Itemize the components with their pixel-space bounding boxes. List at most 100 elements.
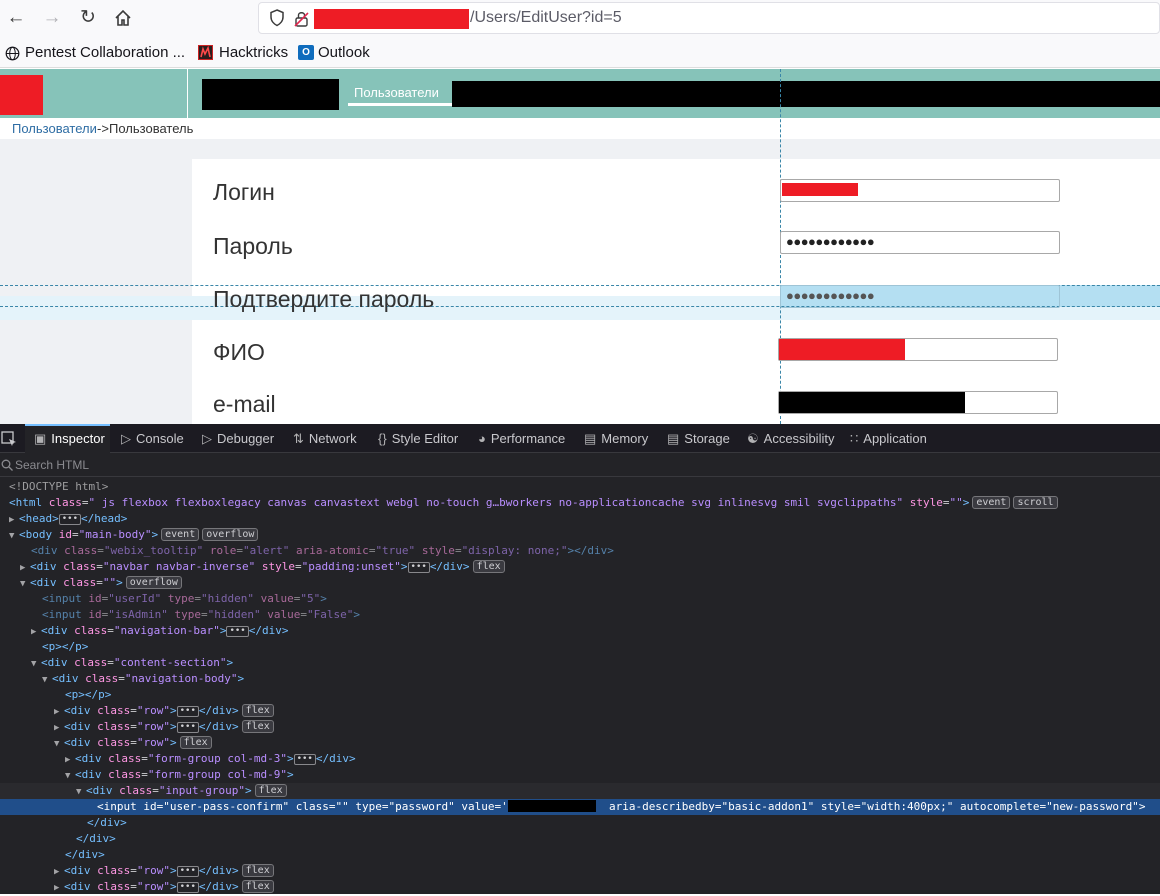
address-bar[interactable] (258, 2, 1160, 34)
tree-node-form-group-3[interactable]: ▶ <div class="form-group col-md-3"> ••• </d… (0, 751, 1160, 767)
selected-input-aria-value: "basic-addon1" (721, 800, 815, 813)
tree-node-row[interactable]: ▶ <div class="row"> ••• </div> flex (0, 719, 1160, 735)
tree-node-row-expanded[interactable]: ▼ <div class="row"> flex (0, 735, 1160, 751)
tab-style-editor[interactable]: {} Style Editor (378, 431, 458, 446)
flex-badge[interactable]: flex (241, 704, 274, 717)
back-icon[interactable]: ← (3, 5, 29, 31)
div-class-value: "" (102, 576, 117, 589)
password-input[interactable]: ●●●●●●●●●●●● (780, 231, 1060, 254)
selected-input-value-open: ' (501, 800, 508, 813)
flex-badge[interactable]: flex (254, 784, 287, 797)
tree-node-div-empty-class[interactable]: ▼ <div class=""> overflow (0, 575, 1160, 591)
app-navbar: Пользователи (0, 69, 1160, 118)
flex-badge[interactable]: flex (179, 736, 212, 749)
collapsed-ellipsis[interactable]: ••• (176, 866, 199, 877)
tree-node-close-div[interactable]: </div> (0, 847, 1160, 863)
tab-accessibility[interactable]: ☯ Accessibility (747, 431, 834, 447)
redacted-email-value (779, 392, 965, 413)
redacted-domain (314, 9, 469, 29)
scroll-badge[interactable]: scroll (1013, 496, 1058, 509)
forward-icon[interactable]: → (39, 5, 65, 31)
nav-tab-users[interactable]: Пользователи (354, 85, 439, 100)
tab-accessibility-label: Accessibility (763, 431, 835, 446)
collapsed-ellipsis[interactable]: ••• (226, 626, 249, 637)
breadcrumb-link-users[interactable]: Пользователи (12, 121, 97, 136)
login-input[interactable] (780, 179, 1060, 202)
html-search-bar[interactable]: Search HTML (0, 453, 1160, 477)
tree-node-head[interactable]: ▶ <head> ••• </head> (0, 511, 1160, 527)
tab-debugger[interactable]: ▷ Debugger (202, 431, 274, 447)
bookmark-hacktricks[interactable]: Hacktricks (219, 44, 288, 61)
fio-input[interactable] (778, 338, 1058, 361)
collapsed-ellipsis[interactable]: ••• (293, 754, 316, 765)
tree-node-p[interactable]: <p></p> (0, 639, 1160, 655)
collapsed-ellipsis[interactable]: ••• (176, 882, 199, 893)
input-isadmin-id-value: "isAdmin" (108, 608, 168, 621)
tree-node-p[interactable]: <p></p> (0, 687, 1160, 703)
tree-node-close-div[interactable]: </div> (0, 815, 1160, 831)
tree-node-navbar[interactable]: ▶ <div class="navbar navbar-inverse" styl… (0, 559, 1160, 575)
input-userid-value: "5" (300, 592, 321, 605)
tab-performance[interactable]: ◕ Performance (478, 431, 565, 446)
row-class-value: "row" (136, 704, 170, 717)
tab-application[interactable]: ∷ Application (850, 431, 927, 447)
flex-badge[interactable]: flex (241, 864, 274, 877)
input-userid-id-value: "userId" (108, 592, 162, 605)
debugger-icon: ▷ (202, 431, 212, 446)
tab-storage[interactable]: ▤ Storage (667, 431, 730, 447)
tree-node-form-group-9[interactable]: ▼ <div class="form-group col-md-9"> (0, 767, 1160, 783)
tab-network[interactable]: ⇅ Network (293, 431, 357, 447)
tree-node-navigation-body[interactable]: ▼ <div class="navigation-body"> (0, 671, 1160, 687)
network-icon: ⇅ (293, 431, 304, 446)
tree-node-selected-input[interactable]: <input id="user-pass-confirm" class="" t… (0, 799, 1160, 815)
tab-inspector[interactable]: ▣ Inspector (34, 431, 105, 447)
tree-node-body[interactable]: ▼ <body id="main-body"> event overflow (0, 527, 1160, 543)
input-userid-type-value: "hidden" (200, 592, 254, 605)
flex-badge[interactable]: flex (241, 880, 274, 893)
form-group3-class-value: "form-group col-md-3" (147, 752, 287, 765)
tab-console-label: Console (136, 431, 184, 446)
home-icon[interactable] (110, 5, 136, 31)
confirm-password-input[interactable]: ●●●●●●●●●●●● (780, 285, 1060, 308)
tree-node-html[interactable]: <html class=" js flexbox flexboxlegacy c… (0, 495, 1160, 511)
tree-node-close-div[interactable]: </div> (0, 831, 1160, 847)
tab-memory[interactable]: ▤ Memory (584, 431, 648, 447)
tree-node-tooltip[interactable]: <div class="webix_tooltip" role="alert" … (0, 543, 1160, 559)
tab-storage-label: Storage (684, 431, 730, 446)
bookmark-pentest[interactable]: Pentest Collaboration ... (25, 44, 185, 61)
braces-icon: {} (378, 431, 387, 446)
overflow-badge[interactable]: overflow (125, 576, 182, 589)
flex-badge[interactable]: flex (472, 560, 505, 573)
collapsed-ellipsis[interactable]: ••• (407, 562, 430, 573)
event-badge[interactable]: event (972, 496, 1011, 509)
tree-node-row[interactable]: ▶ <div class="row"> ••• </div> flex (0, 879, 1160, 895)
email-input[interactable] (778, 391, 1058, 414)
collapsed-ellipsis[interactable]: ••• (58, 514, 82, 525)
tree-node-doctype[interactable]: <!DOCTYPE html> (0, 479, 1160, 495)
tree-node-row[interactable]: ▶ <div class="row"> ••• </div> flex (0, 703, 1160, 719)
web-page: Пользователи Пользователи -> Пользовател… (0, 69, 1160, 424)
tab-style-editor-label: Style Editor (391, 431, 459, 446)
collapsed-ellipsis[interactable]: ••• (176, 722, 199, 733)
tree-node-input-userid[interactable]: <input id="userId" type="hidden" value="… (0, 591, 1160, 607)
redacted-password-value (507, 800, 596, 812)
overflow-badge[interactable]: overflow (202, 528, 259, 541)
insecure-lock-icon[interactable] (294, 10, 310, 28)
selected-input-autocomplete-value: "new-password" (1046, 800, 1139, 813)
tree-node-navigation-bar[interactable]: ▶ <div class="navigation-bar"> ••• </div> (0, 623, 1160, 639)
tree-node-row[interactable]: ▶ <div class="row"> ••• </div> flex (0, 863, 1160, 879)
flex-badge[interactable]: flex (241, 720, 274, 733)
tab-console[interactable]: ▷ Console (121, 431, 184, 447)
event-badge[interactable]: event (161, 528, 200, 541)
shield-icon[interactable] (269, 9, 285, 27)
tree-node-content-section[interactable]: ▼ <div class="content-section"> (0, 655, 1160, 671)
tree-node-input-group[interactable]: ▼ <div class="input-group"> flex (0, 783, 1160, 799)
reload-icon[interactable]: ↻ (75, 5, 101, 31)
inspector-icon: ▣ (34, 431, 47, 446)
tree-node-input-isadmin[interactable]: <input id="isAdmin" type="hidden" value=… (0, 607, 1160, 623)
bookmark-outlook[interactable]: Outlook (318, 44, 370, 61)
redacted-brand (202, 79, 339, 110)
element-picker-icon[interactable] (1, 431, 17, 447)
row-class-value: "row" (136, 736, 170, 749)
collapsed-ellipsis[interactable]: ••• (176, 706, 199, 717)
